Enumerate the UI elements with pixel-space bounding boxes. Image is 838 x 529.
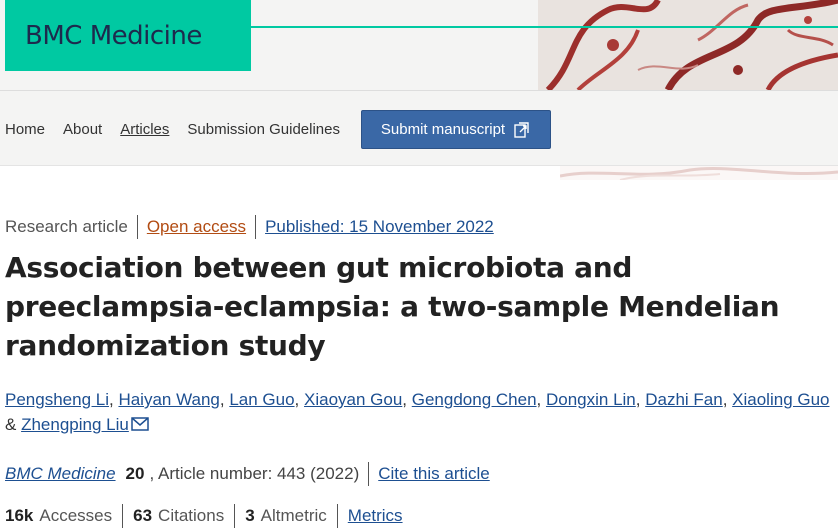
- citation-info: BMC Medicine 20 , Article number: 443 (2…: [5, 462, 490, 486]
- citations-count: 63: [133, 506, 153, 525]
- citation-divider: [368, 462, 370, 486]
- article-title: Association between gut microbiota and p…: [5, 251, 780, 362]
- nav-submission-guidelines-link[interactable]: Submission Guidelines: [187, 121, 340, 138]
- citation-journal-link[interactable]: BMC Medicine: [5, 464, 116, 484]
- logo-accent-rule: [234, 26, 838, 28]
- article-meta: Research article Open access Published: …: [5, 215, 494, 239]
- journal-banner: BMC Medicine: [0, 0, 838, 90]
- author-link[interactable]: Pengsheng Li: [5, 390, 109, 409]
- metrics-divider: [122, 504, 124, 528]
- submit-manuscript-button[interactable]: Submit manuscript: [361, 110, 551, 149]
- author-link[interactable]: Xiaoyan Gou: [304, 390, 402, 409]
- metrics-divider: [336, 504, 338, 528]
- author-link[interactable]: Xiaoling Guo: [732, 390, 829, 409]
- accesses-count: 16k: [5, 506, 34, 525]
- nav-links: Home About Articles Submission Guideline…: [5, 91, 358, 167]
- journal-logo-text: BMC Medicine: [25, 20, 202, 51]
- citations-label: Citations: [158, 506, 225, 525]
- article-type: Research article: [5, 217, 128, 236]
- submit-manuscript-label: Submit manuscript: [380, 121, 506, 138]
- author-link[interactable]: Haiyan Wang: [118, 390, 219, 409]
- meta-divider: [255, 215, 257, 239]
- accesses-label: Accesses: [39, 506, 113, 525]
- author-link[interactable]: Gengdong Chen: [412, 390, 537, 409]
- cite-this-article-link[interactable]: Cite this article: [378, 464, 489, 484]
- author-conjunction: &: [5, 415, 17, 434]
- author-link[interactable]: Dongxin Lin: [546, 390, 636, 409]
- altmetric-label: Altmetric: [260, 506, 327, 525]
- banner-decorative-image: [538, 0, 838, 90]
- metrics-link[interactable]: Metrics: [348, 506, 403, 526]
- corresponding-author-link[interactable]: Zhengping Liu: [21, 415, 129, 434]
- article-metrics: 16k Accesses 63 Citations 3 Altmetric Me…: [5, 504, 403, 528]
- banner-decorative-strip: [560, 166, 838, 180]
- meta-divider: [136, 215, 138, 239]
- nav-home-link[interactable]: Home: [5, 121, 45, 138]
- nav-about-link[interactable]: About: [63, 121, 102, 138]
- citation-volume: 20: [125, 464, 145, 483]
- author-link[interactable]: Lan Guo: [229, 390, 294, 409]
- published-date-link[interactable]: Published: 15 November 2022: [265, 217, 494, 237]
- citation-article-number: , Article number: 443 (2022): [149, 464, 360, 483]
- metrics-divider: [234, 504, 236, 528]
- journal-logo[interactable]: BMC Medicine: [5, 0, 251, 71]
- main-navigation: Home About Articles Submission Guideline…: [0, 90, 838, 166]
- author-link[interactable]: Dazhi Fan: [645, 390, 722, 409]
- external-document-icon: [514, 121, 529, 138]
- altmetric-count: 3: [245, 506, 255, 525]
- envelope-icon[interactable]: [131, 417, 149, 431]
- open-access-link[interactable]: Open access: [147, 217, 246, 237]
- nav-articles-link[interactable]: Articles: [120, 121, 169, 138]
- author-list: Pengsheng Li, Haiyan Wang, Lan Guo, Xiao…: [5, 390, 830, 434]
